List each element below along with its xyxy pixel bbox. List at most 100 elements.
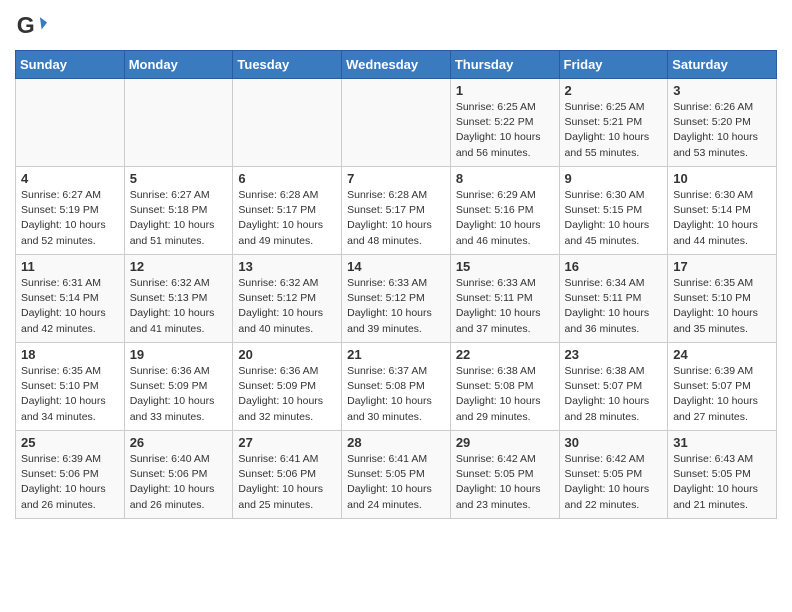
day-info: Sunrise: 6:41 AM Sunset: 5:06 PM Dayligh… — [238, 452, 336, 513]
day-cell-27: 27 Sunrise: 6:41 AM Sunset: 5:06 PM Dayli… — [233, 431, 342, 519]
day-info: Sunrise: 6:38 AM Sunset: 5:08 PM Dayligh… — [456, 364, 554, 425]
page-header: G — [15, 10, 777, 42]
day-number: 6 — [238, 171, 336, 186]
day-cell-14: 14 Sunrise: 6:33 AM Sunset: 5:12 PM Dayli… — [342, 255, 451, 343]
header-row: SundayMondayTuesdayWednesdayThursdayFrid… — [16, 51, 777, 79]
day-info: Sunrise: 6:32 AM Sunset: 5:12 PM Dayligh… — [238, 276, 336, 337]
day-info: Sunrise: 6:42 AM Sunset: 5:05 PM Dayligh… — [456, 452, 554, 513]
day-cell-11: 11 Sunrise: 6:31 AM Sunset: 5:14 PM Dayli… — [16, 255, 125, 343]
day-number: 21 — [347, 347, 445, 362]
day-info: Sunrise: 6:35 AM Sunset: 5:10 PM Dayligh… — [21, 364, 119, 425]
day-info: Sunrise: 6:30 AM Sunset: 5:15 PM Dayligh… — [565, 188, 663, 249]
day-cell-21: 21 Sunrise: 6:37 AM Sunset: 5:08 PM Dayli… — [342, 343, 451, 431]
day-number: 31 — [673, 435, 771, 450]
week-row-0: 1 Sunrise: 6:25 AM Sunset: 5:22 PM Daylig… — [16, 79, 777, 167]
day-number: 20 — [238, 347, 336, 362]
day-number: 11 — [21, 259, 119, 274]
day-number: 28 — [347, 435, 445, 450]
day-number: 25 — [21, 435, 119, 450]
day-cell-28: 28 Sunrise: 6:41 AM Sunset: 5:05 PM Dayli… — [342, 431, 451, 519]
day-info: Sunrise: 6:43 AM Sunset: 5:05 PM Dayligh… — [673, 452, 771, 513]
day-number: 1 — [456, 83, 554, 98]
day-cell-23: 23 Sunrise: 6:38 AM Sunset: 5:07 PM Dayli… — [559, 343, 668, 431]
day-cell-10: 10 Sunrise: 6:30 AM Sunset: 5:14 PM Dayli… — [668, 167, 777, 255]
day-cell-26: 26 Sunrise: 6:40 AM Sunset: 5:06 PM Dayli… — [124, 431, 233, 519]
header-cell-sunday: Sunday — [16, 51, 125, 79]
day-cell-12: 12 Sunrise: 6:32 AM Sunset: 5:13 PM Dayli… — [124, 255, 233, 343]
day-info: Sunrise: 6:34 AM Sunset: 5:11 PM Dayligh… — [565, 276, 663, 337]
day-cell-17: 17 Sunrise: 6:35 AM Sunset: 5:10 PM Dayli… — [668, 255, 777, 343]
day-info: Sunrise: 6:36 AM Sunset: 5:09 PM Dayligh… — [238, 364, 336, 425]
day-cell-31: 31 Sunrise: 6:43 AM Sunset: 5:05 PM Dayli… — [668, 431, 777, 519]
empty-cell — [233, 79, 342, 167]
day-info: Sunrise: 6:36 AM Sunset: 5:09 PM Dayligh… — [130, 364, 228, 425]
day-info: Sunrise: 6:39 AM Sunset: 5:06 PM Dayligh… — [21, 452, 119, 513]
day-info: Sunrise: 6:25 AM Sunset: 5:22 PM Dayligh… — [456, 100, 554, 161]
day-cell-13: 13 Sunrise: 6:32 AM Sunset: 5:12 PM Dayli… — [233, 255, 342, 343]
day-cell-25: 25 Sunrise: 6:39 AM Sunset: 5:06 PM Dayli… — [16, 431, 125, 519]
day-number: 13 — [238, 259, 336, 274]
day-info: Sunrise: 6:38 AM Sunset: 5:07 PM Dayligh… — [565, 364, 663, 425]
header-cell-monday: Monday — [124, 51, 233, 79]
empty-cell — [124, 79, 233, 167]
day-cell-24: 24 Sunrise: 6:39 AM Sunset: 5:07 PM Dayli… — [668, 343, 777, 431]
svg-text:G: G — [17, 12, 35, 38]
header-cell-thursday: Thursday — [450, 51, 559, 79]
day-cell-5: 5Sunrise: 6:27 AM Sunset: 5:18 PM Daylig… — [124, 167, 233, 255]
week-row-3: 18 Sunrise: 6:35 AM Sunset: 5:10 PM Dayli… — [16, 343, 777, 431]
day-number: 22 — [456, 347, 554, 362]
day-info: Sunrise: 6:28 AM Sunset: 5:17 PM Dayligh… — [347, 188, 445, 249]
day-info: Sunrise: 6:25 AM Sunset: 5:21 PM Dayligh… — [565, 100, 663, 161]
day-cell-16: 16 Sunrise: 6:34 AM Sunset: 5:11 PM Dayli… — [559, 255, 668, 343]
empty-cell — [16, 79, 125, 167]
day-info: Sunrise: 6:33 AM Sunset: 5:12 PM Dayligh… — [347, 276, 445, 337]
day-info: Sunrise: 6:35 AM Sunset: 5:10 PM Dayligh… — [673, 276, 771, 337]
header-cell-friday: Friday — [559, 51, 668, 79]
day-number: 2 — [565, 83, 663, 98]
day-info: Sunrise: 6:28 AM Sunset: 5:17 PM Dayligh… — [238, 188, 336, 249]
day-number: 24 — [673, 347, 771, 362]
day-info: Sunrise: 6:41 AM Sunset: 5:05 PM Dayligh… — [347, 452, 445, 513]
day-info: Sunrise: 6:26 AM Sunset: 5:20 PM Dayligh… — [673, 100, 771, 161]
logo: G — [15, 10, 51, 42]
day-info: Sunrise: 6:40 AM Sunset: 5:06 PM Dayligh… — [130, 452, 228, 513]
week-row-2: 11 Sunrise: 6:31 AM Sunset: 5:14 PM Dayli… — [16, 255, 777, 343]
day-info: Sunrise: 6:37 AM Sunset: 5:08 PM Dayligh… — [347, 364, 445, 425]
day-number: 4 — [21, 171, 119, 186]
day-number: 23 — [565, 347, 663, 362]
day-number: 8 — [456, 171, 554, 186]
day-info: Sunrise: 6:42 AM Sunset: 5:05 PM Dayligh… — [565, 452, 663, 513]
day-cell-9: 9Sunrise: 6:30 AM Sunset: 5:15 PM Daylig… — [559, 167, 668, 255]
day-number: 14 — [347, 259, 445, 274]
day-info: Sunrise: 6:27 AM Sunset: 5:19 PM Dayligh… — [21, 188, 119, 249]
day-cell-8: 8Sunrise: 6:29 AM Sunset: 5:16 PM Daylig… — [450, 167, 559, 255]
day-cell-2: 2 Sunrise: 6:25 AM Sunset: 5:21 PM Daylig… — [559, 79, 668, 167]
day-number: 7 — [347, 171, 445, 186]
day-number: 12 — [130, 259, 228, 274]
calendar-table: SundayMondayTuesdayWednesdayThursdayFrid… — [15, 50, 777, 519]
header-cell-tuesday: Tuesday — [233, 51, 342, 79]
day-number: 30 — [565, 435, 663, 450]
day-cell-18: 18 Sunrise: 6:35 AM Sunset: 5:10 PM Dayli… — [16, 343, 125, 431]
header-cell-saturday: Saturday — [668, 51, 777, 79]
day-cell-15: 15Sunrise: 6:33 AM Sunset: 5:11 PM Dayli… — [450, 255, 559, 343]
day-info: Sunrise: 6:32 AM Sunset: 5:13 PM Dayligh… — [130, 276, 228, 337]
day-number: 10 — [673, 171, 771, 186]
day-cell-1: 1 Sunrise: 6:25 AM Sunset: 5:22 PM Daylig… — [450, 79, 559, 167]
day-cell-30: 30 Sunrise: 6:42 AM Sunset: 5:05 PM Dayli… — [559, 431, 668, 519]
day-cell-19: 19Sunrise: 6:36 AM Sunset: 5:09 PM Dayli… — [124, 343, 233, 431]
day-cell-20: 20 Sunrise: 6:36 AM Sunset: 5:09 PM Dayli… — [233, 343, 342, 431]
day-cell-29: 29Sunrise: 6:42 AM Sunset: 5:05 PM Dayli… — [450, 431, 559, 519]
day-info: Sunrise: 6:30 AM Sunset: 5:14 PM Dayligh… — [673, 188, 771, 249]
day-cell-6: 6 Sunrise: 6:28 AM Sunset: 5:17 PM Daylig… — [233, 167, 342, 255]
day-number: 18 — [21, 347, 119, 362]
day-number: 16 — [565, 259, 663, 274]
day-number: 17 — [673, 259, 771, 274]
day-number: 27 — [238, 435, 336, 450]
day-info: Sunrise: 6:39 AM Sunset: 5:07 PM Dayligh… — [673, 364, 771, 425]
week-row-1: 4 Sunrise: 6:27 AM Sunset: 5:19 PM Daylig… — [16, 167, 777, 255]
day-cell-22: 22 Sunrise: 6:38 AM Sunset: 5:08 PM Dayli… — [450, 343, 559, 431]
day-info: Sunrise: 6:31 AM Sunset: 5:14 PM Dayligh… — [21, 276, 119, 337]
day-cell-7: 7 Sunrise: 6:28 AM Sunset: 5:17 PM Daylig… — [342, 167, 451, 255]
day-number: 26 — [130, 435, 228, 450]
